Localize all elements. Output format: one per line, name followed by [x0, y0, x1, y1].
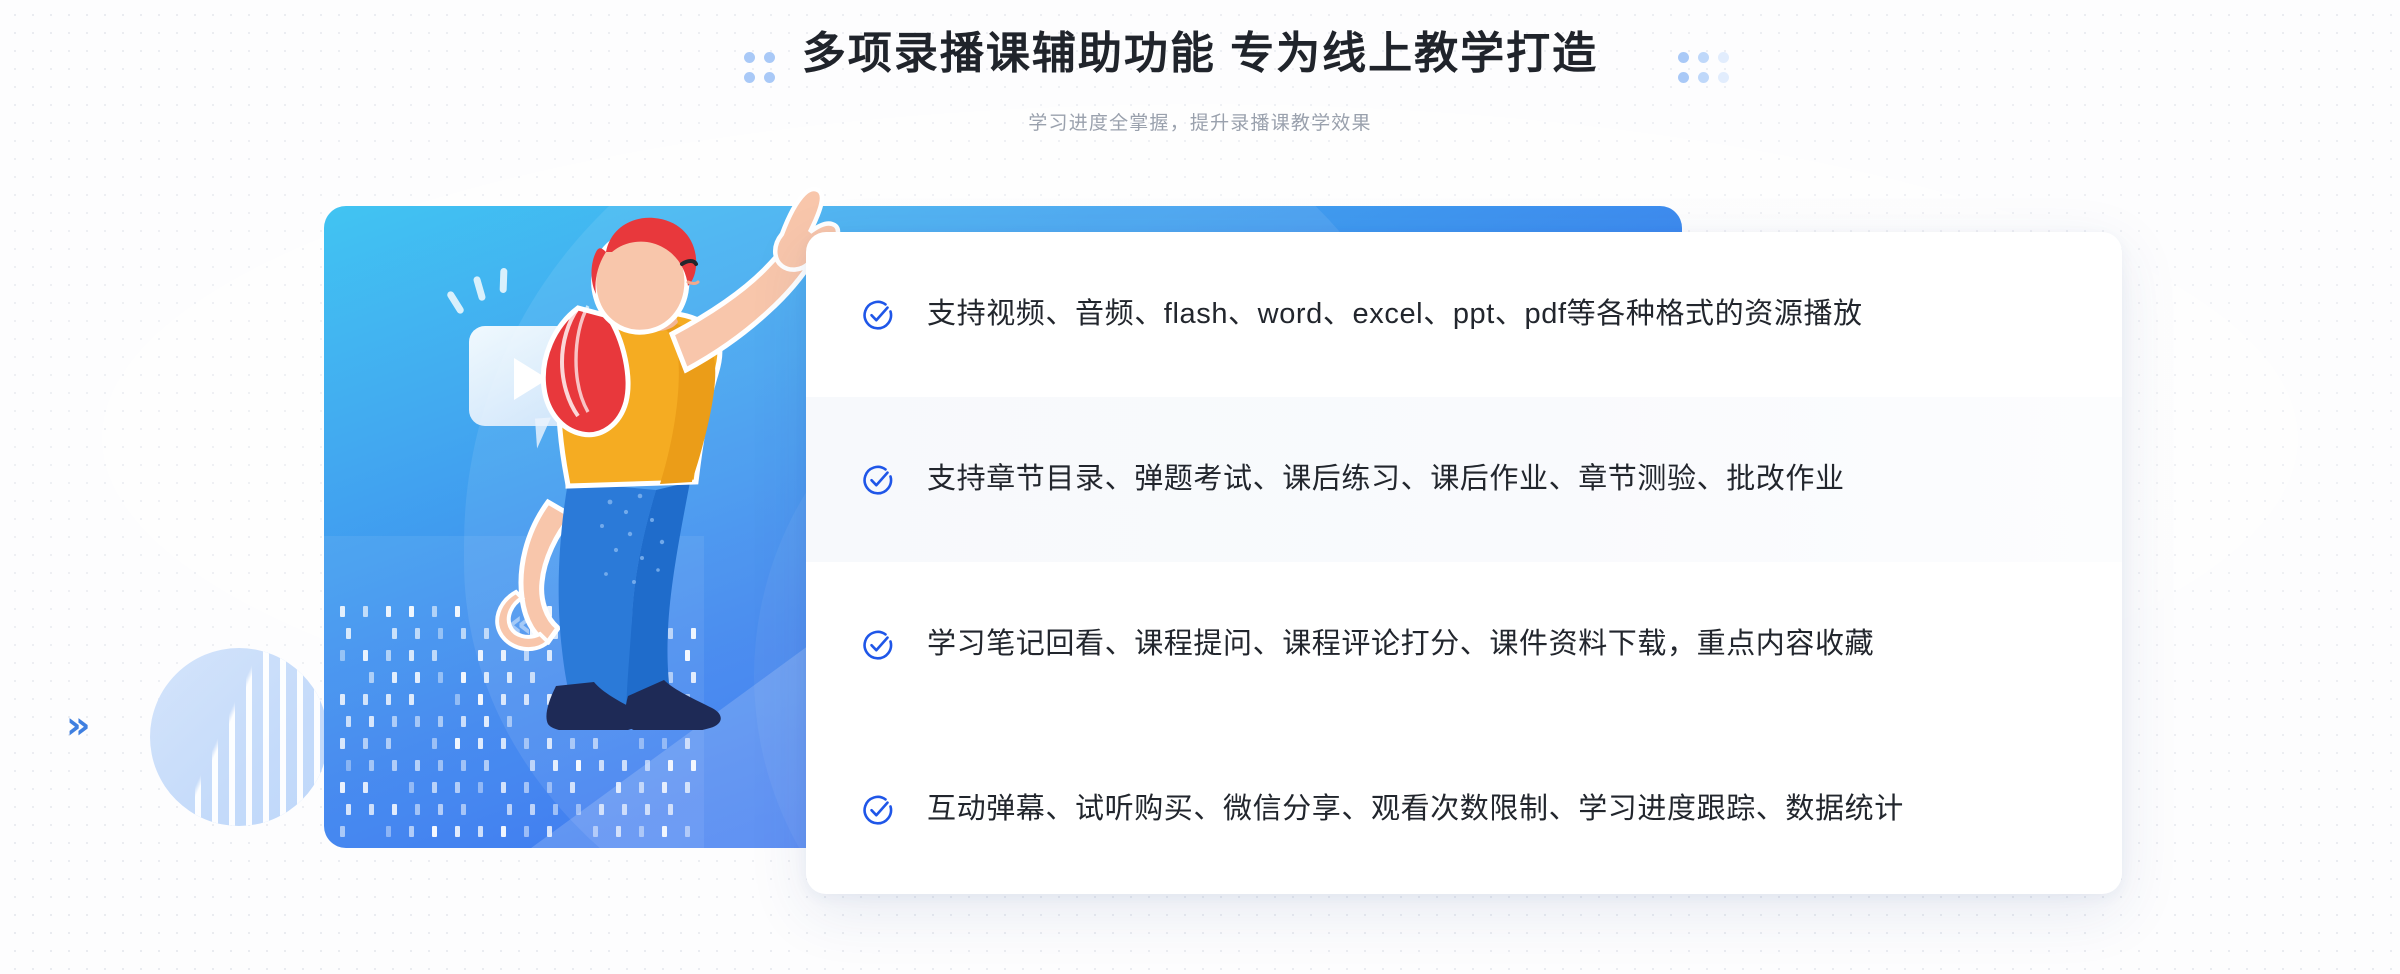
feature-label: 支持视频、音频、flash、word、excel、ppt、pdf等各种格式的资源… — [927, 294, 1863, 335]
promo-banner: 多项录播课辅助功能 专为线上教学打造 学习进度全掌握，提升录播课教学效果 » « — [0, 0, 2400, 974]
feature-row[interactable]: 支持章节目录、弹题考试、课后练习、课后作业、章节测验、批改作业 — [806, 397, 2122, 562]
page-subtitle: 学习进度全掌握，提升录播课教学效果 — [0, 108, 2400, 135]
feature-label: 学习笔记回看、课程提问、课程评论打分、课件资料下载，重点内容收藏 — [927, 624, 1874, 665]
woman-pointing-illustration — [430, 130, 850, 730]
decorative-circle-stripes — [150, 648, 328, 826]
circle-check-icon — [861, 298, 895, 332]
feature-row[interactable]: 互动弹幕、试听购买、微信分享、观看次数限制、学习进度跟踪、数据统计 — [806, 727, 2122, 892]
header: 多项录播课辅助功能 专为线上教学打造 学习进度全掌握，提升录播课教学效果 — [0, 0, 2400, 160]
feature-row[interactable]: 学习笔记回看、课程提问、课程评论打分、课件资料下载，重点内容收藏 — [806, 562, 2122, 727]
circle-check-icon — [861, 793, 895, 827]
feature-label: 支持章节目录、弹题考试、课后练习、课后作业、章节测验、批改作业 — [927, 459, 1845, 500]
circle-check-icon — [861, 463, 895, 497]
page-title: 多项录播课辅助功能 专为线上教学打造 — [0, 26, 2400, 81]
features-card: 支持视频、音频、flash、word、excel、ppt、pdf等各种格式的资源… — [806, 232, 2122, 894]
feature-row[interactable]: 支持视频、音频、flash、word、excel、ppt、pdf等各种格式的资源… — [806, 232, 2122, 397]
circle-check-icon — [861, 628, 895, 662]
feature-label: 互动弹幕、试听购买、微信分享、观看次数限制、学习进度跟踪、数据统计 — [927, 789, 1904, 830]
double-chevron-right-icon: » — [66, 706, 87, 744]
